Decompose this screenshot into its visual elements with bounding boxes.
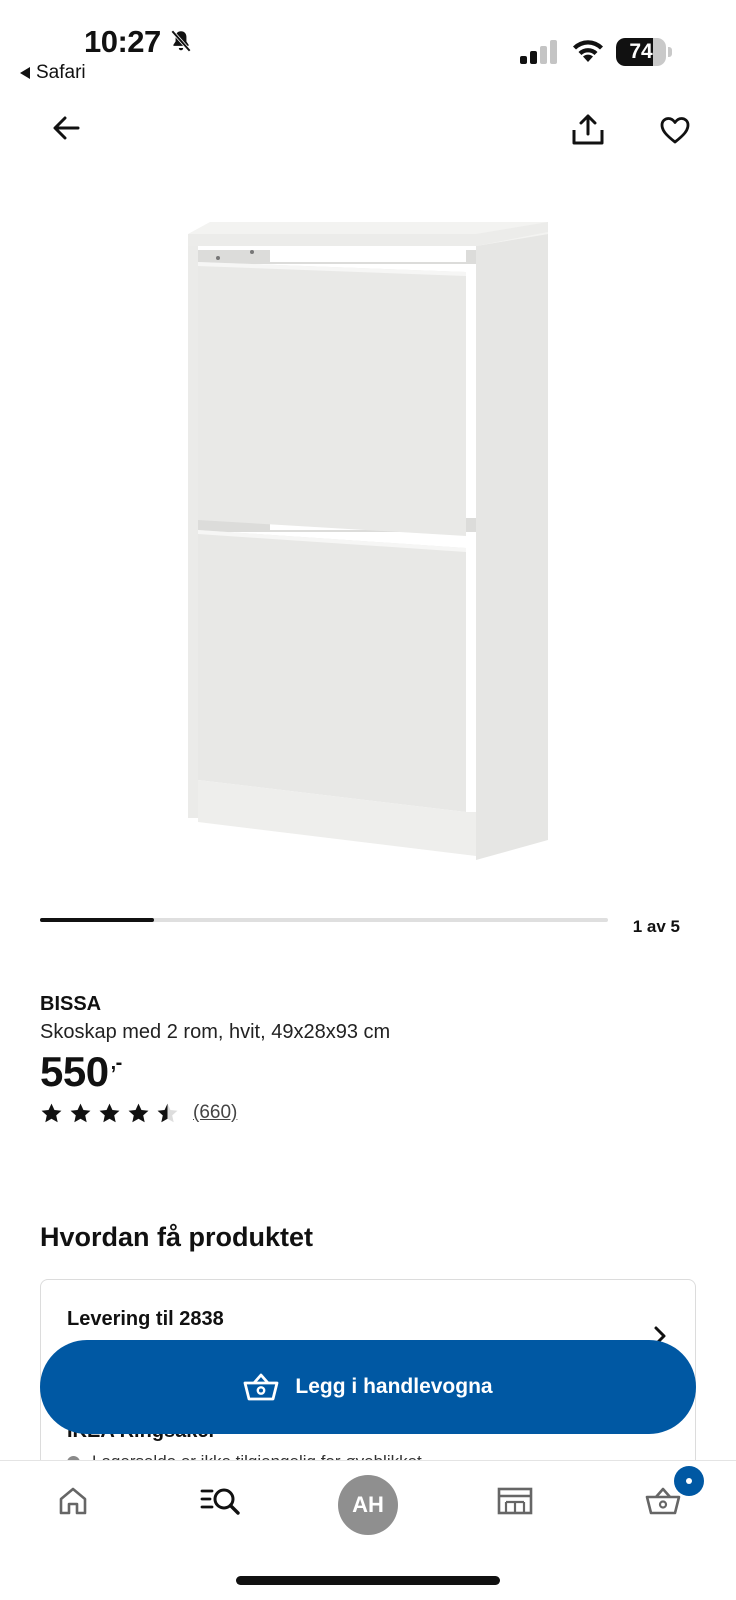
basket-icon — [244, 1373, 279, 1401]
star-icon — [70, 1103, 91, 1123]
store-icon — [497, 1487, 533, 1515]
review-count-link[interactable]: (660) — [193, 1102, 237, 1124]
bell-muted-icon — [171, 30, 191, 52]
battery-indicator: 74 — [616, 38, 672, 66]
tab-stores[interactable] — [480, 1461, 550, 1541]
product-price: 550 ,- — [40, 1048, 122, 1096]
heart-icon — [660, 117, 690, 144]
add-to-cart-label: Legg i handlevogna — [295, 1375, 493, 1398]
cellular-signal-icon — [520, 40, 557, 64]
arrow-left-icon — [53, 116, 80, 140]
battery-level: 74 — [629, 40, 653, 63]
back-to-app-link[interactable]: Safari — [20, 62, 86, 84]
star-icon — [99, 1103, 120, 1123]
delivery-label: Levering til 2838 — [67, 1308, 224, 1330]
product-brand: BISSA — [40, 993, 102, 1015]
product-rating[interactable]: (660) — [40, 1102, 237, 1124]
search-icon — [200, 1488, 240, 1515]
gallery-progress — [40, 918, 608, 922]
back-triangle-icon — [20, 67, 30, 79]
cart-badge — [674, 1466, 704, 1496]
gallery-counter: 1 av 5 — [632, 917, 680, 936]
price-suffix: ,- — [110, 1052, 123, 1074]
home-icon — [59, 1487, 87, 1515]
add-to-cart-button[interactable]: Legg i handlevogna — [40, 1340, 696, 1434]
back-button[interactable] — [46, 108, 86, 148]
status-time: 10:27 — [84, 24, 161, 59]
price-amount: 550 — [40, 1048, 109, 1095]
star-icon — [157, 1103, 178, 1123]
status-bar: 10:27 Safari 74 — [0, 0, 736, 90]
favorite-button[interactable] — [655, 110, 695, 150]
back-app-label: Safari — [36, 62, 86, 83]
share-button[interactable] — [568, 110, 608, 150]
star-icon — [128, 1103, 149, 1123]
star-icon — [41, 1103, 62, 1123]
home-indicator — [236, 1576, 500, 1585]
gallery-progress-thumb — [40, 918, 154, 922]
product-image[interactable] — [150, 200, 580, 880]
profile-avatar[interactable]: AH — [338, 1475, 398, 1535]
basket-icon — [645, 1487, 681, 1515]
product-description: Skoskap med 2 rom, hvit, 49x28x93 cm — [40, 1021, 391, 1043]
share-icon — [572, 114, 604, 145]
tab-home[interactable] — [38, 1461, 108, 1541]
availability-title: Hvordan få produktet — [40, 1222, 314, 1252]
star-rating — [40, 1102, 179, 1124]
tab-search[interactable] — [186, 1461, 256, 1541]
wifi-icon — [573, 40, 603, 62]
